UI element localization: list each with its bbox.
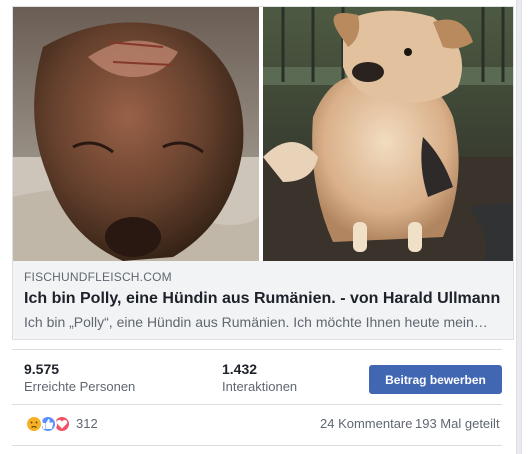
divider-bottom [12,445,502,446]
reach-label: Erreichte Personen [24,379,136,394]
divider-middle [12,404,502,405]
sad-reaction-icon [25,415,43,433]
link-meta: FISCHUNDFLEISCH.COM Ich bin Polly, eine … [13,261,513,339]
reach-value: 9.575 [24,361,60,377]
link-preview[interactable]: FISCHUNDFLEISCH.COM Ich bin Polly, eine … [12,6,514,340]
reaction-icons[interactable] [25,415,75,433]
engagement-label: Interaktionen [222,379,298,394]
link-domain: FISCHUNDFLEISCH.COM [24,270,172,284]
link-preview-image[interactable] [13,7,513,261]
adjacent-card-edge [517,0,532,454]
boost-post-button[interactable]: Beitrag bewerben [369,365,502,394]
reach-stat: 9.575 Erreichte Personen [24,360,135,396]
link-description: Ich bin „Polly“, eine Hündin aus Rumänie… [24,314,488,330]
shares-count[interactable]: 193 Mal geteilt [415,416,500,431]
comments-count[interactable]: 24 Kommentare [320,416,413,431]
adjacent-card [521,0,532,454]
engagement-stat: 1.432 Interaktionen [222,360,297,396]
link-title[interactable]: Ich bin Polly, eine Hündin aus Rumänien.… [24,289,501,309]
post-insights: 9.575 Erreichte Personen 1.432 Interakti… [12,350,502,398]
engagement-value: 1.432 [222,361,258,377]
reactions-bar: 312 24 Kommentare 193 Mal geteilt [12,412,502,436]
post-card: FISCHUNDFLEISCH.COM Ich bin Polly, eine … [0,0,517,454]
reaction-count[interactable]: 312 [76,416,98,431]
